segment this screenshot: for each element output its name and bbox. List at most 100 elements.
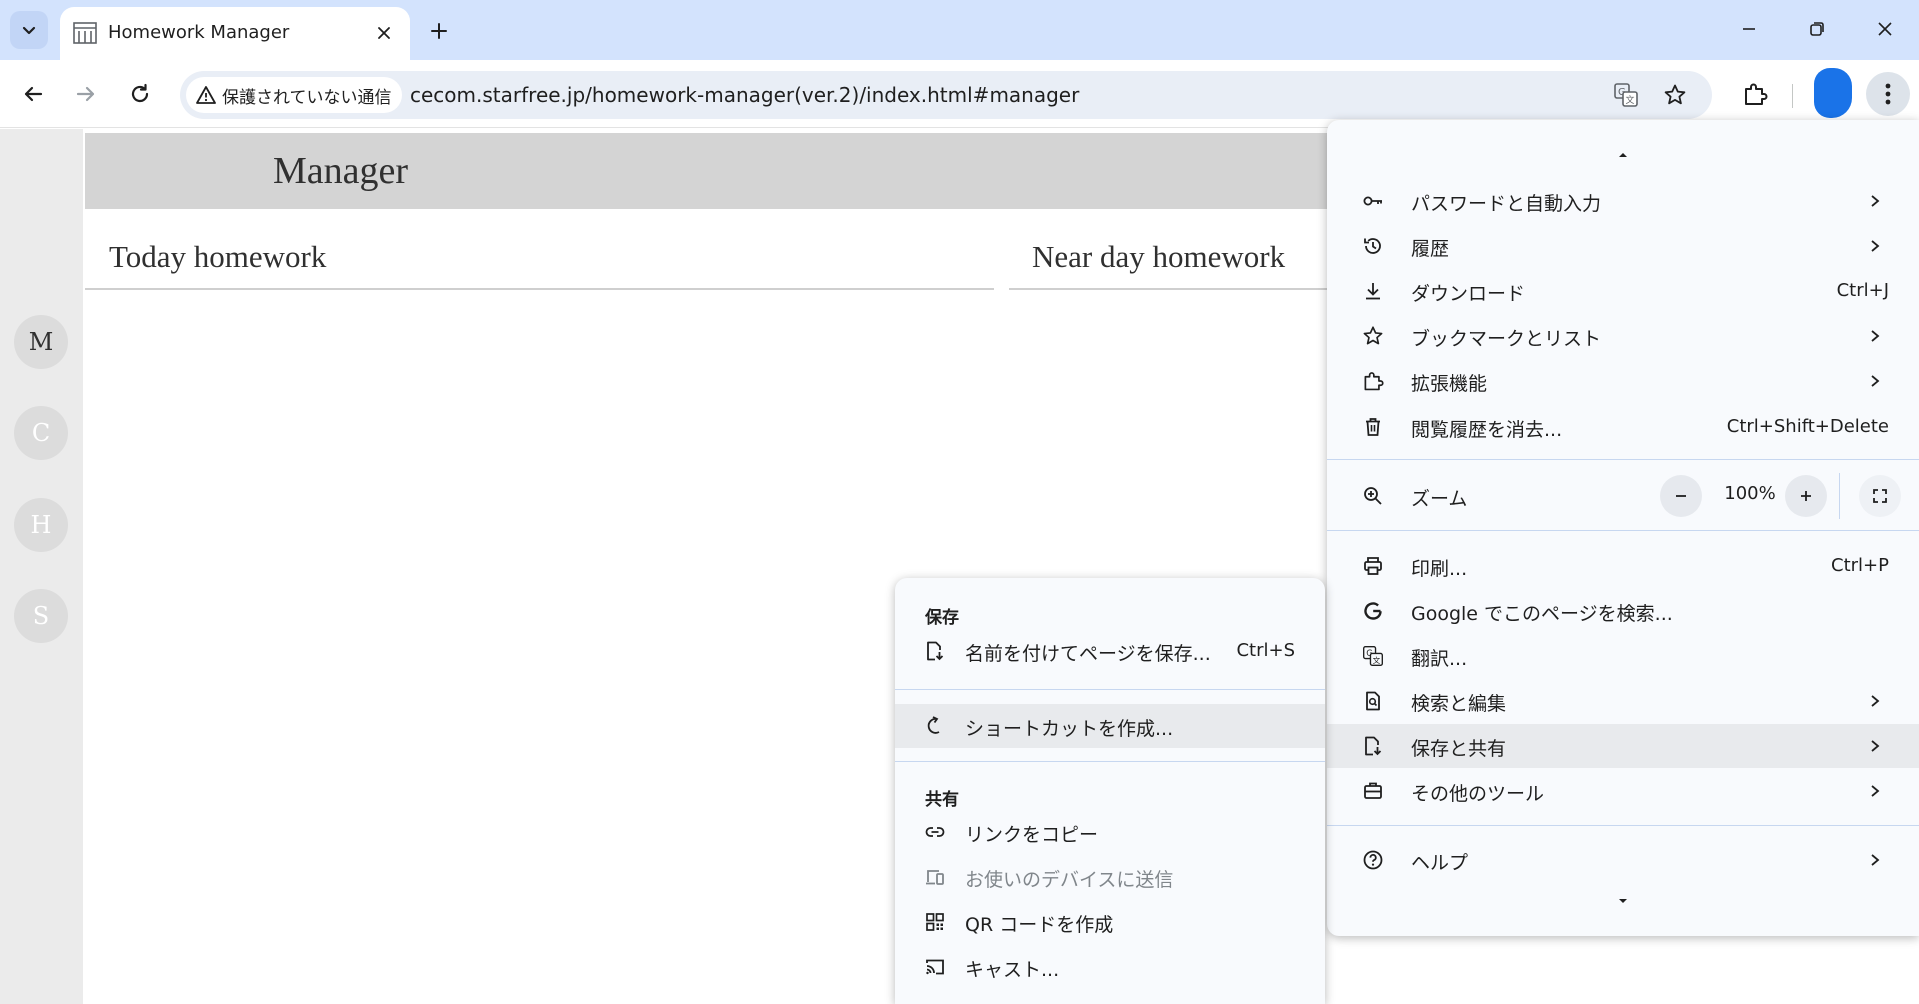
menu-item-more-tools[interactable]: その他のツール [1327, 769, 1919, 813]
star-icon [1361, 324, 1385, 348]
close-window-button[interactable] [1860, 8, 1910, 50]
save-share-submenu: 保存 名前を付けてページを保存... Ctrl+S ショートカットを作成... … [895, 578, 1325, 1004]
menu-item-passwords[interactable]: パスワードと自動入力 [1327, 179, 1919, 223]
warning-icon [196, 86, 216, 104]
tab-strip: Homework Manager [0, 0, 1919, 60]
chevron-right-icon [1865, 850, 1885, 870]
download-icon [1361, 279, 1385, 303]
devices-icon [923, 865, 947, 889]
close-icon [378, 27, 390, 39]
security-chip[interactable]: 保護されていない通信 [186, 77, 402, 113]
menu-item-extensions[interactable]: 拡張機能 [1327, 359, 1919, 403]
menu-item-bookmarks[interactable]: ブックマークとリスト [1327, 314, 1919, 358]
menu-item-label: 閲覧履歴を消去... [1411, 419, 1563, 441]
tab-title: Homework Manager [108, 22, 290, 43]
menu-item-history[interactable]: 履歴 [1327, 224, 1919, 268]
submenu-item-create-shortcut[interactable]: ショートカットを作成... [895, 704, 1325, 748]
menu-item-find-edit[interactable]: 検索と編集 [1327, 679, 1919, 723]
zoom-out-button[interactable] [1660, 475, 1702, 517]
menu-item-shortcut: Ctrl+P [1831, 555, 1889, 576]
trash-icon [1361, 415, 1385, 439]
tab-search-button[interactable] [10, 11, 48, 49]
url-text[interactable]: cecom.starfree.jp/homework-manager(ver.2… [410, 83, 1079, 107]
key-icon [1361, 189, 1385, 213]
shortcut-icon [923, 714, 947, 738]
google-icon [1361, 599, 1385, 623]
back-button[interactable] [12, 73, 54, 115]
submenu-item-shortcut: Ctrl+S [1236, 640, 1295, 661]
cast-icon [923, 955, 947, 979]
submenu-item-send-to-devices[interactable]: お使いのデバイスに送信 [895, 855, 1325, 899]
menu-item-google-search[interactable]: Google でこのページを検索... [1327, 589, 1919, 633]
zoom-in-button[interactable] [1785, 475, 1827, 517]
translate-page-button[interactable]: G文 [1608, 77, 1644, 113]
building-icon [73, 22, 97, 44]
address-bar[interactable]: 保護されていない通信 cecom.starfree.jp/homework-ma… [180, 71, 1712, 119]
star-icon [1664, 84, 1686, 105]
chrome-menu-button[interactable] [1866, 72, 1910, 116]
menu-separator [1327, 530, 1919, 531]
fullscreen-button[interactable] [1859, 475, 1901, 517]
tab-close-button[interactable] [370, 19, 398, 47]
svg-text:文: 文 [1626, 94, 1635, 106]
more-vertical-icon [1885, 83, 1891, 105]
restore-button[interactable] [1792, 8, 1842, 50]
history-icon [1361, 234, 1385, 258]
zoom-in-icon [1361, 484, 1385, 508]
caret-up-icon [1619, 153, 1627, 157]
menu-item-label: その他のツール [1411, 783, 1545, 805]
toolbox-icon [1361, 779, 1385, 803]
arrow-right-icon [76, 86, 95, 102]
chevron-down-icon [22, 26, 36, 35]
find-edit-icon [1361, 689, 1385, 713]
share-section-heading: 共有 [925, 790, 959, 810]
submenu-item-label: リンクをコピー [965, 824, 1099, 846]
submenu-item-label: お使いのデバイスに送信 [965, 869, 1174, 891]
close-icon [1878, 22, 1892, 36]
new-tab-button[interactable] [422, 14, 456, 48]
rail-button-c[interactable]: C [14, 406, 68, 460]
profile-avatar-button[interactable] [1814, 68, 1852, 118]
svg-text:文: 文 [1373, 655, 1381, 665]
plus-icon [431, 23, 447, 39]
active-tab[interactable]: Homework Manager [60, 7, 410, 60]
menu-item-label: 履歴 [1411, 238, 1450, 260]
menu-item-label: Google でこのページを検索... [1411, 603, 1673, 625]
chevron-right-icon [1865, 691, 1885, 711]
submenu-item-cast[interactable]: キャスト... [895, 945, 1325, 989]
minimize-button[interactable] [1724, 8, 1774, 50]
bookmark-button[interactable] [1657, 77, 1693, 113]
rail-button-h[interactable]: H [14, 498, 68, 552]
puzzle-icon [1361, 369, 1385, 393]
menu-scroll-up[interactable] [1615, 150, 1631, 160]
reload-button[interactable] [119, 73, 161, 115]
submenu-separator [895, 689, 1325, 690]
menu-item-clear-browsing-data[interactable]: 閲覧履歴を消去... Ctrl+Shift+Delete [1327, 405, 1919, 449]
menu-separator [1327, 825, 1919, 826]
qr-code-icon [923, 910, 947, 934]
help-icon [1361, 848, 1385, 872]
chevron-right-icon [1865, 781, 1885, 801]
menu-item-downloads[interactable]: ダウンロード Ctrl+J [1327, 269, 1919, 313]
submenu-item-copy-link[interactable]: リンクをコピー [895, 810, 1325, 854]
extensions-button[interactable] [1734, 73, 1776, 115]
plus-icon [1801, 491, 1811, 501]
save-section-heading: 保存 [925, 608, 959, 628]
menu-zoom-row: ズーム 100% [1327, 471, 1919, 521]
submenu-item-save-page-as[interactable]: 名前を付けてページを保存... Ctrl+S [895, 629, 1325, 673]
menu-scroll-down[interactable] [1615, 896, 1631, 906]
forward-button[interactable] [65, 73, 107, 115]
chevron-right-icon [1865, 736, 1885, 756]
link-icon [923, 820, 947, 844]
menu-item-print[interactable]: 印刷... Ctrl+P [1327, 544, 1919, 588]
menu-item-help[interactable]: ヘルプ [1327, 838, 1919, 882]
restore-icon [1810, 22, 1824, 36]
menu-item-translate[interactable]: G文 翻訳... [1327, 634, 1919, 678]
menu-item-label: 印刷... [1411, 558, 1468, 580]
chevron-right-icon [1865, 371, 1885, 391]
rail-button-s[interactable]: S [14, 589, 68, 643]
submenu-item-create-qr-code[interactable]: QR コードを作成 [895, 900, 1325, 944]
submenu-item-label: QR コードを作成 [965, 914, 1114, 936]
menu-item-save-share[interactable]: 保存と共有 [1327, 724, 1919, 768]
rail-button-manager[interactable]: M [14, 315, 68, 369]
